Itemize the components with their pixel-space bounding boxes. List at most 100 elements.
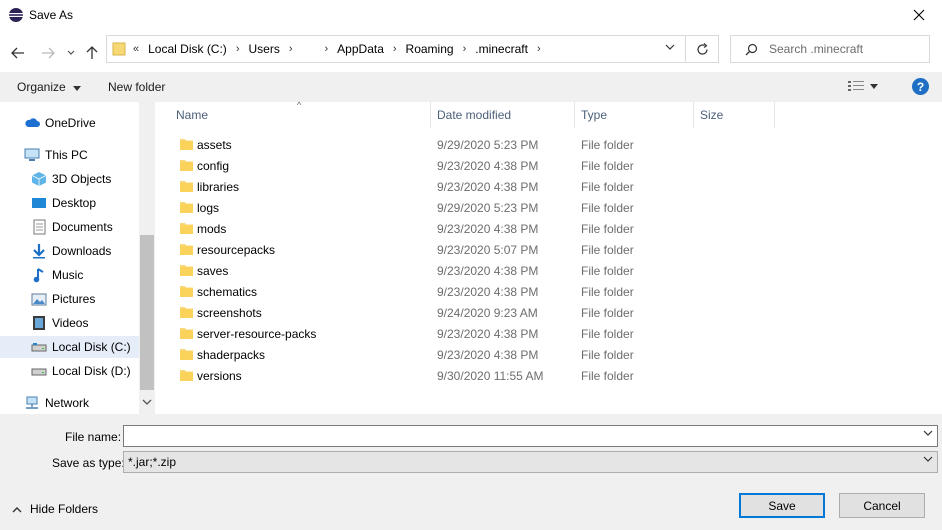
save-type-select[interactable]: *.jar;*.zip bbox=[123, 451, 938, 473]
column-header-type[interactable]: Type bbox=[575, 102, 694, 128]
nav-label: Network bbox=[45, 396, 90, 410]
chevron-right-icon[interactable]: › bbox=[232, 43, 244, 55]
eclipse-app-icon bbox=[9, 8, 23, 22]
chevron-right-icon[interactable]: › bbox=[459, 43, 471, 55]
crumb-roaming[interactable]: Roaming bbox=[401, 42, 459, 56]
table-row[interactable]: screenshots 9/24/2020 9:23 AM File folder bbox=[176, 302, 776, 323]
music-icon bbox=[31, 267, 47, 283]
nav-item-music[interactable]: Music bbox=[0, 264, 140, 286]
file-date: 9/23/2020 4:38 PM bbox=[437, 327, 539, 341]
table-row[interactable]: config 9/23/2020 4:38 PM File folder bbox=[176, 155, 776, 176]
file-type: File folder bbox=[581, 138, 634, 152]
chevron-right-icon[interactable]: › bbox=[321, 43, 333, 55]
file-name: server-resource-packs bbox=[197, 327, 317, 341]
nav-item-onedrive[interactable]: OneDrive bbox=[0, 112, 140, 134]
file-name: shaderpacks bbox=[197, 348, 266, 362]
nav-label: Videos bbox=[52, 316, 89, 330]
navigation-scrollbar[interactable] bbox=[139, 102, 155, 414]
chevron-down-icon[interactable] bbox=[142, 399, 152, 406]
search-box[interactable] bbox=[730, 35, 930, 63]
nav-item-network[interactable]: Network bbox=[0, 392, 140, 414]
nav-label: Desktop bbox=[52, 196, 97, 210]
nav-item-local-disk-d[interactable]: Local Disk (D:) bbox=[0, 360, 140, 382]
chevron-right-icon[interactable]: › bbox=[389, 43, 401, 55]
table-row[interactable]: libraries 9/23/2020 4:38 PM File folder bbox=[176, 176, 776, 197]
table-row[interactable]: versions 9/30/2020 11:55 AM File folder bbox=[176, 365, 776, 386]
nav-item-desktop[interactable]: Desktop bbox=[0, 192, 140, 214]
folder-icon bbox=[180, 139, 193, 150]
overflow-crumb[interactable]: « bbox=[129, 43, 143, 55]
nav-item-videos[interactable]: Videos bbox=[0, 312, 140, 334]
folder-icon bbox=[180, 265, 193, 276]
back-button[interactable] bbox=[8, 41, 28, 65]
nav-label: Local Disk (C:) bbox=[52, 340, 131, 354]
new-folder-button[interactable]: New folder bbox=[108, 80, 165, 94]
folder-icon bbox=[180, 370, 193, 381]
chevron-right-icon[interactable]: › bbox=[285, 43, 297, 55]
nav-item-3d-objects[interactable]: 3D Objects bbox=[0, 168, 140, 190]
table-row[interactable]: logs 9/29/2020 5:23 PM File folder bbox=[176, 197, 776, 218]
chevron-down-icon[interactable] bbox=[923, 430, 933, 437]
organize-label: Organize bbox=[17, 80, 66, 94]
chevron-down-icon[interactable] bbox=[665, 44, 675, 51]
file-name: versions bbox=[197, 369, 242, 383]
table-row[interactable]: resourcepacks 9/23/2020 5:07 PM File folde… bbox=[176, 239, 776, 260]
crumb-appdata[interactable]: AppData bbox=[332, 42, 389, 56]
table-row[interactable]: schematics 9/23/2020 4:38 PM File folder bbox=[176, 281, 776, 302]
file-name: screenshots bbox=[197, 306, 262, 320]
chevron-down-icon bbox=[923, 456, 933, 462]
chevron-right-icon[interactable]: › bbox=[533, 43, 545, 55]
scrollbar-thumb[interactable] bbox=[140, 235, 154, 390]
nav-item-local-disk-c[interactable]: Local Disk (C:) bbox=[0, 336, 140, 358]
nav-item-this-pc[interactable]: This PC bbox=[0, 144, 140, 166]
crumb-local-disk[interactable]: Local Disk (C:) bbox=[143, 42, 232, 56]
nav-item-documents[interactable]: Documents bbox=[0, 216, 140, 238]
recent-locations-button[interactable] bbox=[64, 41, 78, 65]
drive-icon bbox=[31, 363, 47, 379]
crumb-minecraft[interactable]: .minecraft bbox=[470, 42, 533, 56]
nav-label: Downloads bbox=[52, 244, 112, 258]
forward-button[interactable] bbox=[38, 41, 58, 65]
nav-label: Documents bbox=[52, 220, 113, 234]
table-row[interactable]: server-resource-packs 9/23/2020 4:38 PM Fi… bbox=[176, 323, 776, 344]
close-icon bbox=[913, 9, 925, 21]
nav-item-pictures[interactable]: Pictures bbox=[0, 288, 140, 310]
search-icon bbox=[745, 43, 758, 56]
chevron-up-icon bbox=[12, 506, 22, 512]
file-type: File folder bbox=[581, 348, 634, 362]
folder-icon bbox=[180, 307, 193, 318]
file-list: ^ Name Date modified Type Size assets 9/2… bbox=[156, 100, 942, 414]
save-button[interactable]: Save bbox=[739, 493, 825, 518]
picture-icon bbox=[31, 291, 47, 307]
column-header-size[interactable]: Size bbox=[694, 102, 775, 128]
organize-button[interactable]: Organize bbox=[17, 80, 82, 94]
crumb-users[interactable]: Users bbox=[243, 42, 284, 56]
column-header-name[interactable]: Name bbox=[170, 102, 431, 128]
file-name: resourcepacks bbox=[197, 243, 276, 257]
cube-icon bbox=[31, 171, 47, 187]
search-input[interactable] bbox=[769, 42, 919, 56]
table-row[interactable]: shaderpacks 9/23/2020 4:38 PM File folder bbox=[176, 344, 776, 365]
folder-icon bbox=[180, 286, 193, 297]
table-row[interactable]: mods 9/23/2020 4:38 PM File folder bbox=[176, 218, 776, 239]
table-row[interactable]: assets 9/29/2020 5:23 PM File folder bbox=[176, 134, 776, 155]
column-header-date[interactable]: Date modified bbox=[431, 102, 575, 128]
refresh-button[interactable] bbox=[685, 35, 719, 63]
file-type: File folder bbox=[581, 222, 634, 236]
address-bar[interactable]: « Local Disk (C:) › Users › › AppData › … bbox=[106, 35, 686, 63]
hide-folders-button[interactable]: Hide Folders bbox=[12, 502, 98, 516]
hide-folders-label: Hide Folders bbox=[30, 502, 99, 516]
file-date: 9/24/2020 9:23 AM bbox=[437, 306, 538, 320]
file-type: File folder bbox=[581, 243, 634, 257]
file-name: assets bbox=[197, 138, 232, 152]
close-button[interactable] bbox=[896, 0, 942, 30]
file-name-field[interactable] bbox=[123, 425, 938, 447]
file-name: schematics bbox=[197, 285, 258, 299]
nav-item-downloads[interactable]: Downloads bbox=[0, 240, 140, 262]
up-button[interactable] bbox=[83, 41, 101, 65]
help-icon[interactable]: ? bbox=[912, 78, 929, 95]
table-row[interactable]: saves 9/23/2020 4:38 PM File folder bbox=[176, 260, 776, 281]
window-title: Save As bbox=[29, 8, 74, 22]
cancel-button[interactable]: Cancel bbox=[839, 493, 925, 518]
view-options-button[interactable] bbox=[848, 80, 878, 92]
